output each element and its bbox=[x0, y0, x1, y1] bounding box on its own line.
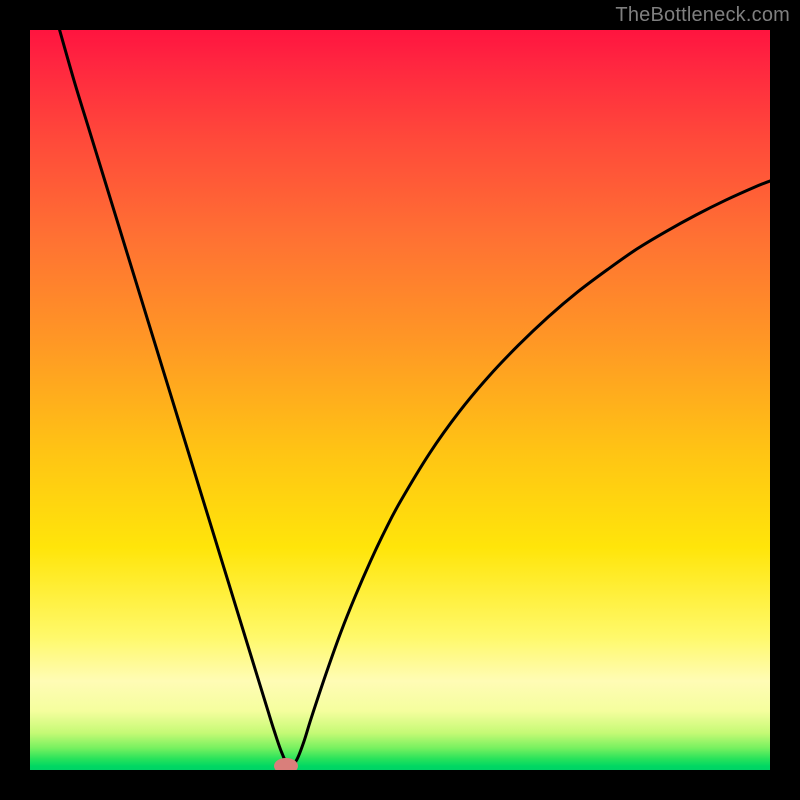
chart-frame: TheBottleneck.com bbox=[0, 0, 800, 800]
watermark-text: TheBottleneck.com bbox=[615, 4, 790, 27]
bottleneck-curve bbox=[60, 30, 770, 767]
optimal-point-marker bbox=[274, 758, 298, 770]
plot-area bbox=[30, 30, 770, 770]
curve-layer bbox=[30, 30, 770, 770]
